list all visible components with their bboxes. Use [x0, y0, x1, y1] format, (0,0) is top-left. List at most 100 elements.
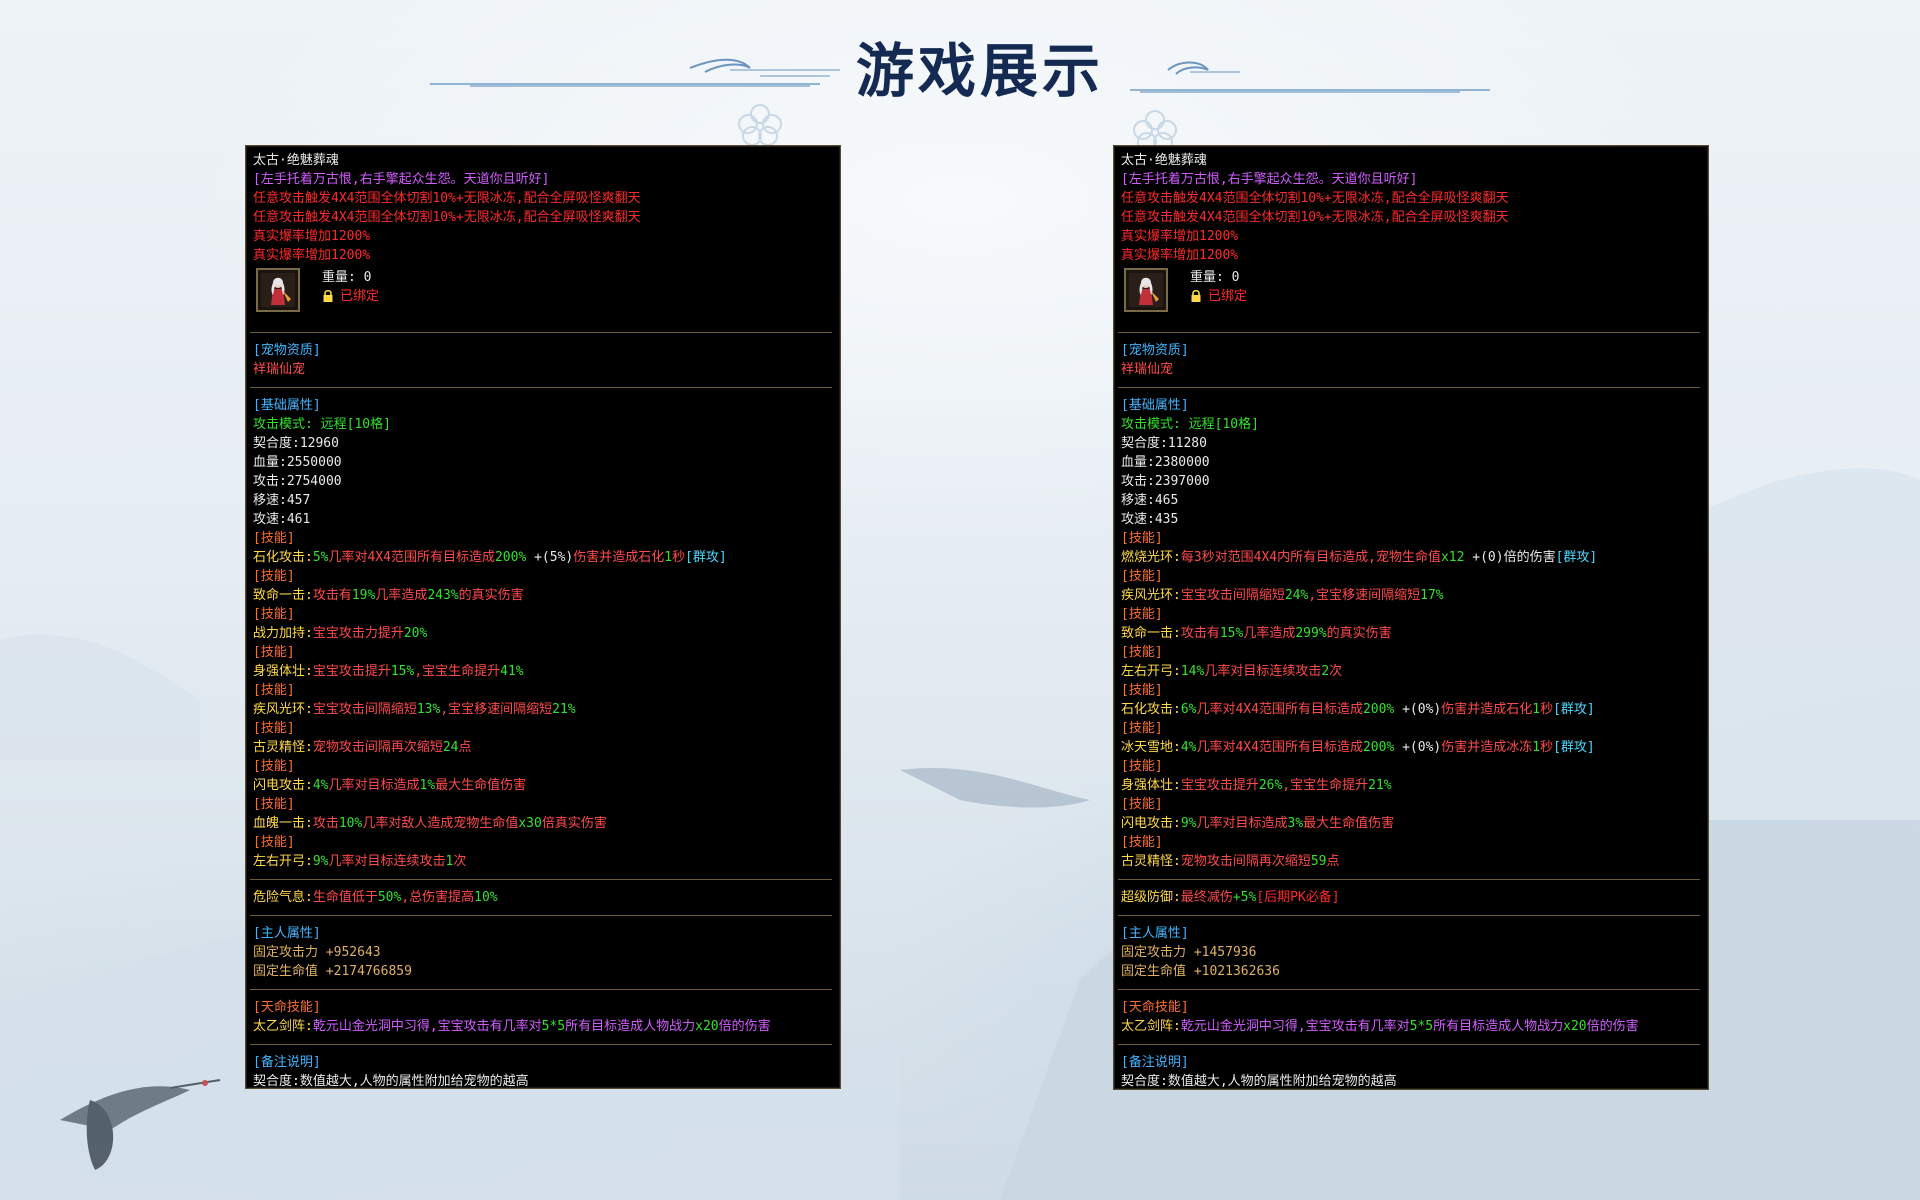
special-skill: 超级防御:最终减伤+5%[后期PK必备]	[1121, 890, 1340, 905]
stat-attack: 攻击:2397000	[1121, 474, 1210, 489]
section-header-note: [备注说明]	[1121, 1055, 1189, 1070]
item-crit: 真实爆率增加1200%	[253, 248, 371, 263]
page-title: 游戏展示	[855, 37, 1104, 105]
divider	[250, 387, 832, 388]
skill-label: [技能]	[253, 607, 295, 622]
skill-line: 疾风光环:宝宝攻击间隔缩短13%,宝宝移速间隔缩短21%	[253, 702, 576, 717]
skill-line: 身强体壮:宝宝攻击提升26%,宝宝生命提升21%	[1121, 778, 1392, 793]
pet-tooltip-right: 太古·绝魅葬魂 [左手托着万古恨,右手擎起众生怨。天道你且听好] 任意攻击触发4…	[1113, 145, 1709, 1090]
lock-icon	[1191, 289, 1201, 302]
quality-value: 祥瑞仙宠	[1121, 362, 1174, 377]
section-header-owner: [主人属性]	[1121, 926, 1189, 941]
divider	[1118, 989, 1700, 990]
item-name: 太古·绝魅葬魂	[253, 153, 339, 168]
skill-label: [技能]	[1121, 683, 1163, 698]
skill-line: 致命一击:攻击有19%几率造成243%的真实伤害	[253, 588, 524, 603]
skill-line: 疾风光环:宝宝攻击间隔缩短24%,宝宝移速间隔缩短17%	[1121, 588, 1444, 603]
section-header-base: [基础属性]	[253, 398, 321, 413]
skill-line: 左右开弓:9%几率对目标连续攻击1次	[253, 854, 467, 869]
item-info-row: 重量: 0 已绑定	[253, 268, 840, 324]
skill-line: 闪电攻击:4%几率对目标造成1%最大生命值伤害	[253, 778, 527, 793]
owner-attack: 固定攻击力 +1457936	[1121, 945, 1257, 960]
item-motto: [左手托着万古恨,右手擎起众生怨。天道你且听好]	[253, 172, 550, 187]
skill-line: 左右开弓:14%几率对目标连续攻击2次	[1121, 664, 1343, 679]
stat-affinity: 契合度:12960	[253, 436, 339, 451]
skill-line: 闪电攻击:9%几率对目标造成3%最大生命值伤害	[1121, 816, 1395, 831]
stat-attack-speed: 攻速:461	[253, 512, 311, 527]
item-crit: 真实爆率增加1200%	[253, 229, 371, 244]
item-effect: 任意攻击触发4X4范围全体切割10%+无限冰冻,配合全屏吸怪爽翻天	[253, 191, 641, 206]
skill-line: 石化攻击:5%几率对4X4范围所有目标造成200% +(5%)伤害并造成石化1秒…	[253, 550, 727, 565]
divider	[250, 879, 832, 880]
divider	[250, 989, 832, 990]
divider	[250, 1044, 832, 1045]
skill-line: 冰天雪地:4%几率对4X4范围所有目标造成200% +(0%)伤害并造成冰冻1秒…	[1121, 740, 1595, 755]
attack-mode: 攻击模式: 远程[10格]	[1121, 417, 1259, 432]
bound-status: 已绑定	[340, 289, 380, 304]
item-weight: 重量: 0	[322, 270, 372, 285]
skill-line: 燃烧光环:每3秒对范围4X4内所有目标造成,宠物生命值x12 +(0)倍的伤害[…	[1121, 550, 1598, 565]
item-effect: 任意攻击触发4X4范围全体切割10%+无限冰冻,配合全屏吸怪爽翻天	[1121, 191, 1509, 206]
skill-line: 古灵精怪:宠物攻击间隔再次缩短24点	[253, 740, 472, 755]
note-text: 契合度:数值越大,人物的属性附加给宠物的越高	[1121, 1074, 1397, 1089]
item-effect: 任意攻击触发4X4范围全体切割10%+无限冰冻,配合全屏吸怪爽翻天	[253, 210, 641, 225]
skill-label: [技能]	[1121, 607, 1163, 622]
pet-portrait-icon[interactable]	[256, 268, 300, 312]
section-header-quality: [宠物资质]	[253, 343, 321, 358]
section-header-quality: [宠物资质]	[1121, 343, 1189, 358]
stat-hp: 血量:2550000	[253, 455, 342, 470]
skill-label: [技能]	[1121, 797, 1163, 812]
stat-move-speed: 移速:465	[1121, 493, 1179, 508]
pet-tooltip-left: 太古·绝魅葬魂 [左手托着万古恨,右手擎起众生怨。天道你且听好] 任意攻击触发4…	[245, 145, 841, 1089]
divider	[1118, 387, 1700, 388]
divider	[250, 915, 832, 916]
fate-skill: 太乙剑阵:乾元山金光洞中习得,宝宝攻击有几率对5*5所有目标造成人物战力x20倍…	[1121, 1019, 1639, 1034]
note-text: 契合度:数值越大,人物的属性附加给宠物的越高	[253, 1074, 529, 1089]
item-name: 太古·绝魅葬魂	[1121, 153, 1207, 168]
flower-icon	[738, 104, 782, 146]
section-header-fate: [天命技能]	[253, 1000, 321, 1015]
skill-label: [技能]	[1121, 531, 1163, 546]
skill-label: [技能]	[1121, 721, 1163, 736]
quality-value: 祥瑞仙宠	[253, 362, 306, 377]
item-info-row: 重量: 0 已绑定	[1121, 268, 1708, 324]
title-right-ornament	[1130, 61, 1490, 93]
item-effect: 任意攻击触发4X4范围全体切割10%+无限冰冻,配合全屏吸怪爽翻天	[1121, 210, 1509, 225]
skill-label: [技能]	[253, 683, 295, 698]
stat-attack: 攻击:2754000	[253, 474, 342, 489]
pet-figure-icon	[1129, 273, 1163, 307]
divider	[1118, 332, 1700, 333]
stat-attack-speed: 攻速:435	[1121, 512, 1179, 527]
divider	[1118, 1044, 1700, 1045]
owner-hp: 固定生命值 +1021362636	[1121, 964, 1280, 979]
pet-portrait-icon[interactable]	[1124, 268, 1168, 312]
divider	[1118, 915, 1700, 916]
fate-skill: 太乙剑阵:乾元山金光洞中习得,宝宝攻击有几率对5*5所有目标造成人物战力x20倍…	[253, 1019, 771, 1034]
item-motto: [左手托着万古恨,右手擎起众生怨。天道你且听好]	[1121, 172, 1418, 187]
section-header-fate: [天命技能]	[1121, 1000, 1189, 1015]
pet-figure-icon	[261, 273, 295, 307]
stat-move-speed: 移速:457	[253, 493, 311, 508]
skill-label: [技能]	[1121, 569, 1163, 584]
skill-label: [技能]	[1121, 835, 1163, 850]
item-weight: 重量: 0	[1190, 270, 1240, 285]
item-crit: 真实爆率增加1200%	[1121, 248, 1239, 263]
stat-affinity: 契合度:11280	[1121, 436, 1207, 451]
skill-label: [技能]	[1121, 645, 1163, 660]
divider	[1118, 879, 1700, 880]
skill-label: [技能]	[1121, 759, 1163, 774]
owner-hp: 固定生命值 +2174766859	[253, 964, 412, 979]
title-left-ornament	[430, 58, 840, 87]
lock-icon	[323, 289, 333, 302]
skill-line: 致命一击:攻击有15%几率造成299%的真实伤害	[1121, 626, 1392, 641]
skill-line: 古灵精怪:宠物攻击间隔再次缩短59点	[1121, 854, 1340, 869]
skill-label: [技能]	[253, 797, 295, 812]
skill-label: [技能]	[253, 721, 295, 736]
skill-label: [技能]	[253, 645, 295, 660]
skill-label: [技能]	[253, 759, 295, 774]
section-header-note: [备注说明]	[253, 1055, 321, 1070]
special-skill: 危险气息:生命值低于50%,总伤害提高10%	[253, 890, 498, 905]
skill-label: [技能]	[253, 569, 295, 584]
skill-label: [技能]	[253, 835, 295, 850]
skill-label: [技能]	[253, 531, 295, 546]
